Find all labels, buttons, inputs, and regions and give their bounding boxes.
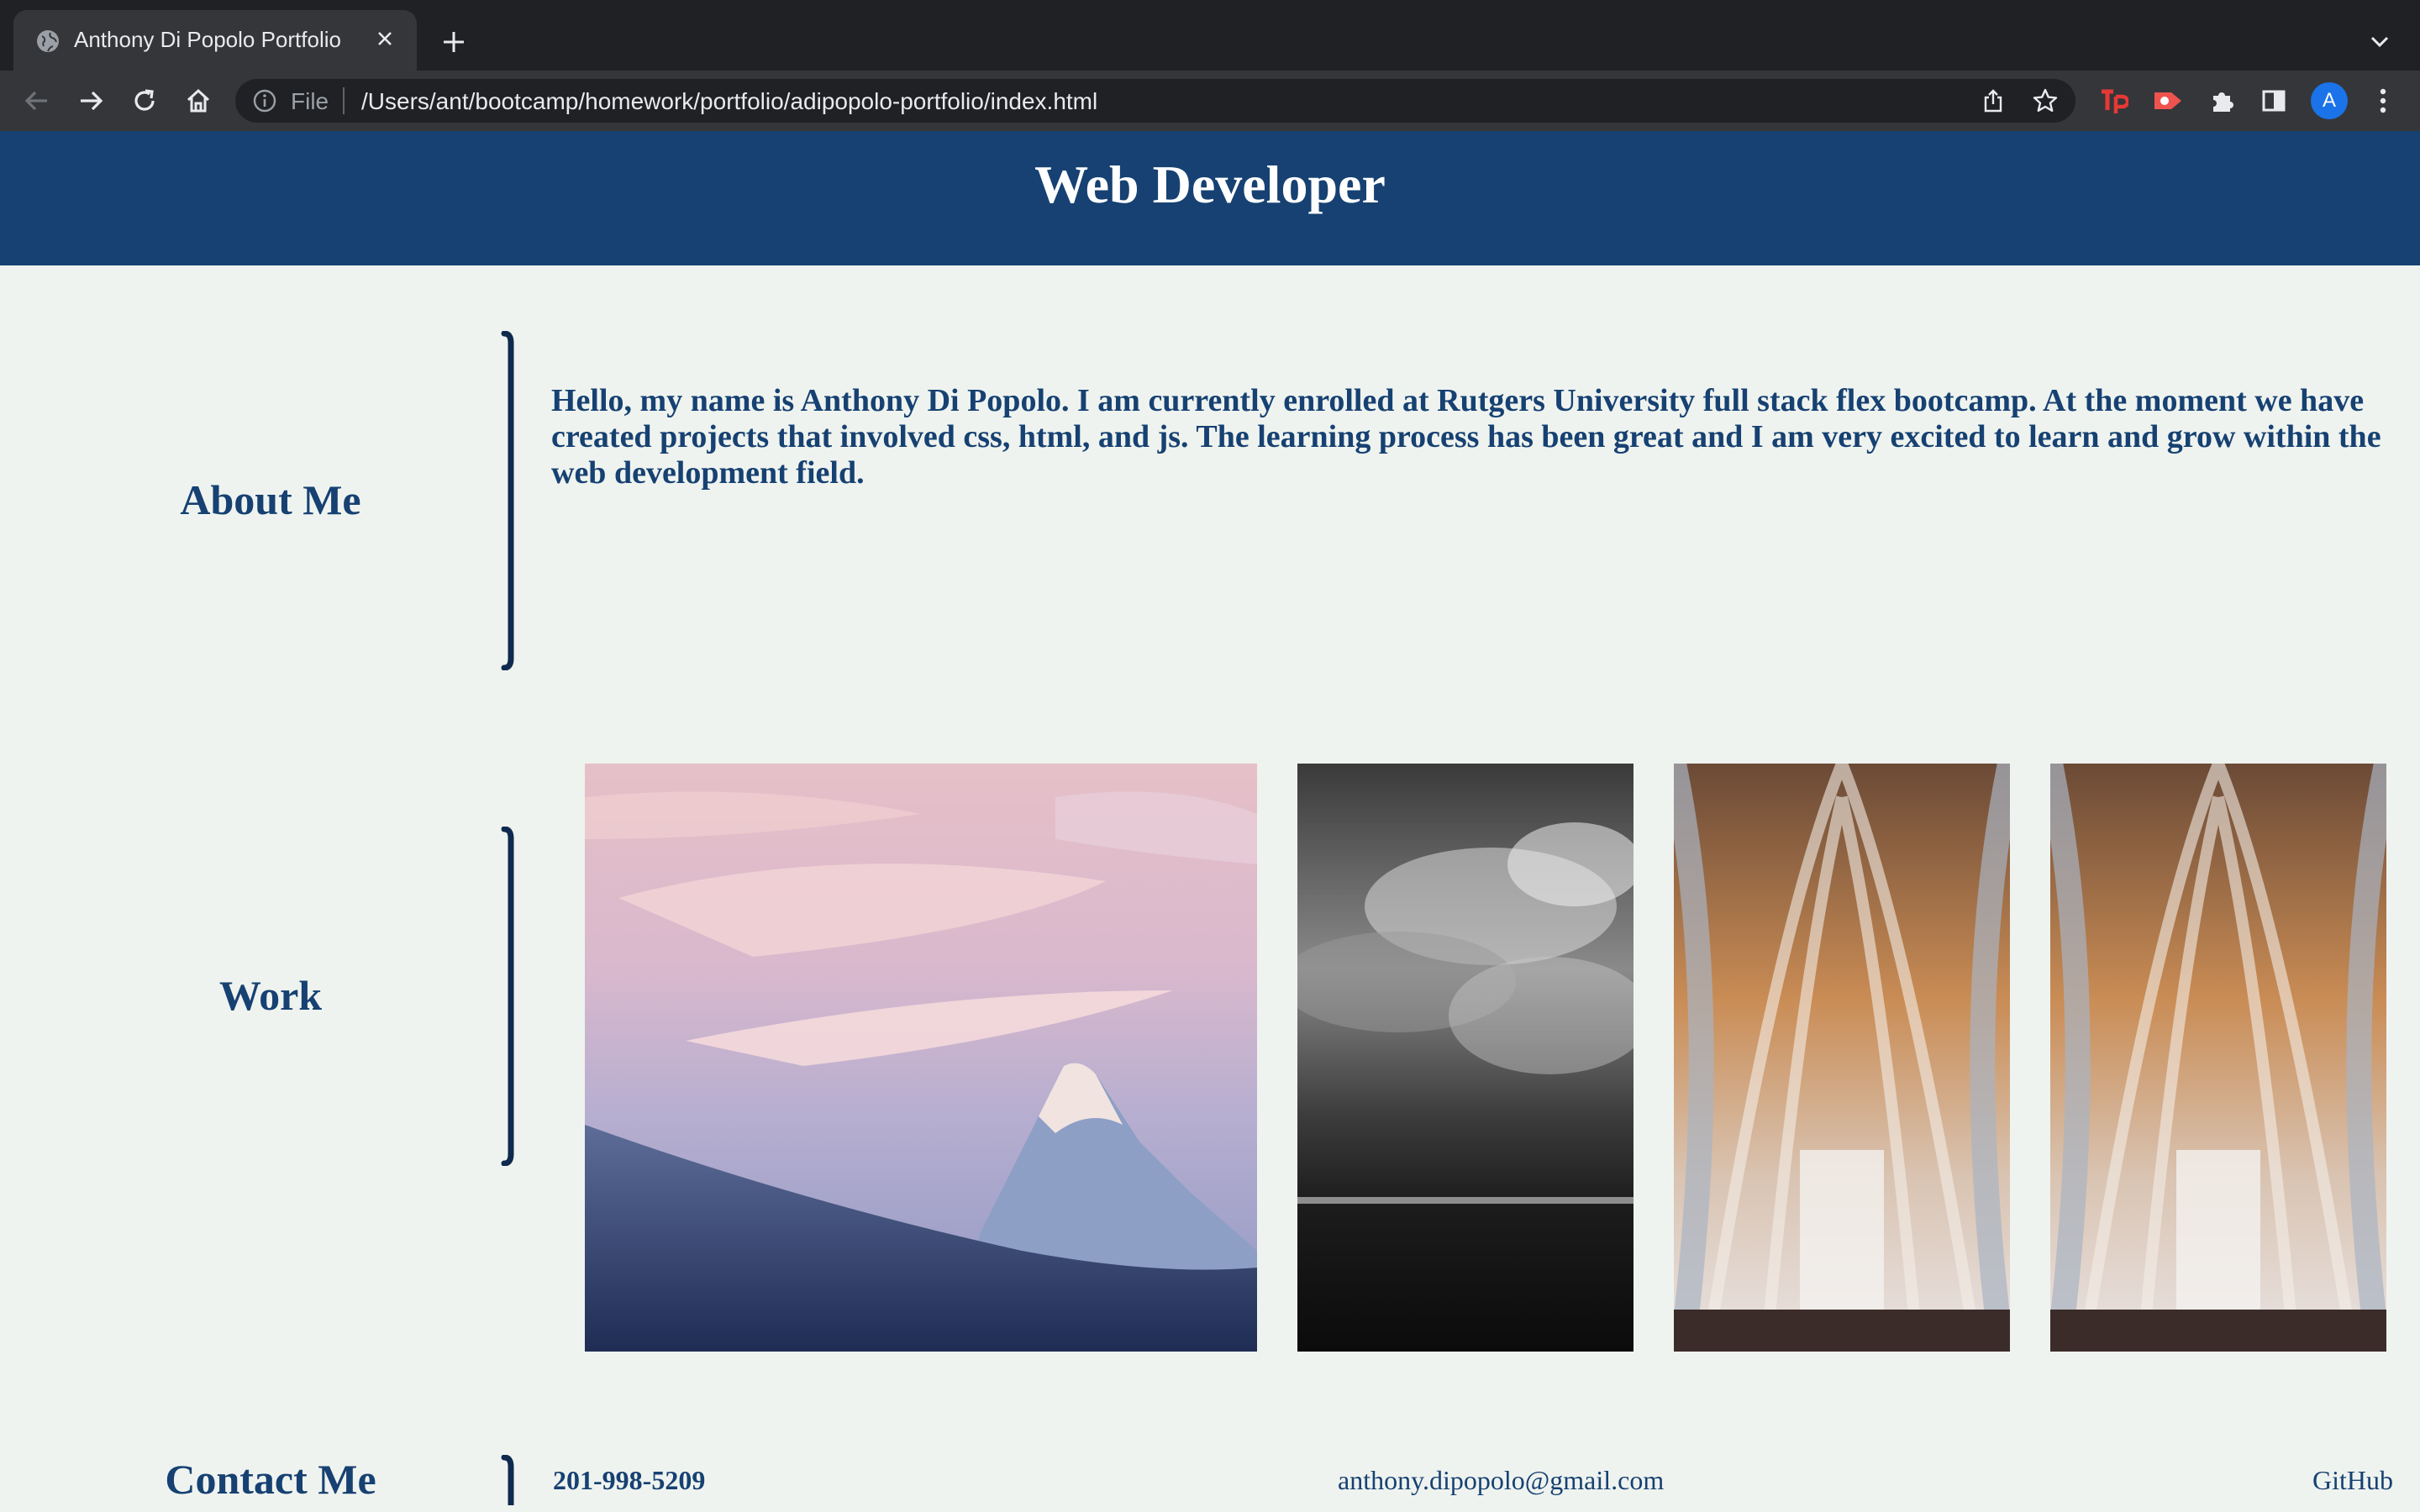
info-icon[interactable] bbox=[252, 88, 277, 113]
contact-heading: Contact Me bbox=[165, 1456, 376, 1503]
chevron-down-icon bbox=[2370, 36, 2389, 48]
page-title: Web Developer bbox=[1034, 155, 1386, 214]
contact-bracket bbox=[501, 1455, 514, 1505]
address-bar[interactable]: File /Users/ant/bootcamp/homework/portfo… bbox=[235, 79, 2075, 123]
new-tab-button[interactable] bbox=[437, 25, 471, 59]
back-button[interactable] bbox=[18, 82, 55, 119]
url-text[interactable]: /Users/ant/bootcamp/homework/portfolio/a… bbox=[361, 88, 1097, 115]
screen-recorder-icon[interactable] bbox=[2153, 86, 2183, 116]
home-icon bbox=[187, 88, 210, 113]
work-image-storm[interactable] bbox=[1297, 764, 1634, 1352]
share-icon[interactable] bbox=[1980, 87, 2007, 114]
tab-search-button[interactable] bbox=[2363, 25, 2396, 59]
close-tab-icon[interactable] bbox=[370, 24, 400, 54]
side-panel-icon[interactable] bbox=[2259, 86, 2289, 116]
work-image-cathedral[interactable] bbox=[1674, 764, 2010, 1352]
work-bracket bbox=[501, 827, 514, 1166]
globe-icon bbox=[37, 30, 59, 52]
puzzle-piece-icon[interactable] bbox=[2207, 86, 2237, 116]
work-heading: Work bbox=[218, 972, 323, 1019]
tab-strip: Anthony Di Popolo Portfolio bbox=[0, 0, 2420, 71]
address-separator bbox=[343, 87, 345, 114]
arrow-left-icon bbox=[24, 91, 47, 111]
work-image-cathedral-2[interactable] bbox=[2050, 764, 2386, 1352]
page-header: Web Developer bbox=[0, 131, 2420, 265]
browser-menu-button[interactable] bbox=[2366, 82, 2400, 119]
browser-toolbar: File /Users/ant/bootcamp/homework/portfo… bbox=[0, 71, 2420, 131]
tp-extension-icon[interactable] bbox=[2099, 86, 2129, 116]
kebab-menu-icon bbox=[2380, 88, 2386, 113]
contact-phone[interactable]: 201-998-5209 bbox=[553, 1465, 705, 1496]
reload-button[interactable] bbox=[126, 82, 163, 119]
contact-email-link[interactable]: anthony.dipopolo@gmail.com bbox=[1338, 1465, 1664, 1496]
browser-chrome: Anthony Di Popolo Portfolio File /Users/… bbox=[0, 0, 2420, 131]
tab-title: Anthony Di Popolo Portfolio bbox=[74, 27, 341, 52]
forward-button[interactable] bbox=[72, 82, 109, 119]
reload-icon bbox=[134, 89, 155, 111]
address-scheme: File bbox=[291, 88, 329, 114]
tab-portfolio[interactable]: Anthony Di Popolo Portfolio bbox=[13, 10, 417, 71]
profile-avatar[interactable]: A bbox=[2311, 82, 2348, 119]
about-bracket bbox=[501, 331, 514, 670]
work-image-mountain[interactable] bbox=[585, 764, 1257, 1352]
about-heading: About Me bbox=[180, 476, 361, 523]
github-link[interactable]: GitHub bbox=[2312, 1465, 2393, 1496]
arrow-right-icon bbox=[81, 91, 103, 111]
home-button[interactable] bbox=[180, 82, 217, 119]
plus-icon bbox=[444, 32, 464, 52]
bookmark-star-icon[interactable] bbox=[2032, 87, 2059, 114]
about-text: Hello, my name is Anthony Di Popolo. I a… bbox=[551, 383, 2381, 491]
